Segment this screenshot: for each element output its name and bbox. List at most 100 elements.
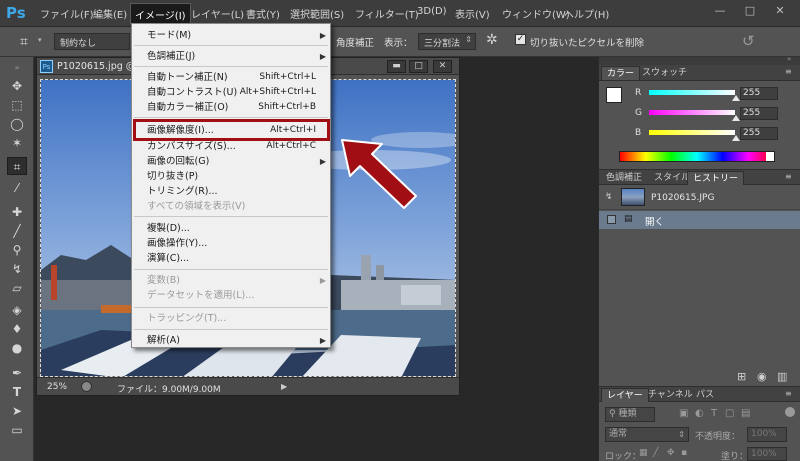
tab-layers[interactable]: レイヤー bbox=[601, 388, 649, 402]
lock-brush-icon[interactable]: ╱ bbox=[653, 448, 658, 458]
doc-close-button[interactable]: ✕ bbox=[433, 60, 452, 73]
rectangle-tool-icon[interactable]: ▭ bbox=[7, 421, 27, 439]
menu-item-trim[interactable]: トリミング(R)... bbox=[132, 184, 330, 199]
blue-slider[interactable] bbox=[649, 130, 735, 135]
layer-kind-filter[interactable]: ⚲ 種類 bbox=[605, 407, 655, 422]
menu-filter[interactable]: フィルター(T) bbox=[355, 6, 419, 21]
red-slider[interactable] bbox=[649, 90, 735, 95]
menu-item-apply-image[interactable]: 画像操作(Y)... bbox=[132, 236, 330, 251]
path-selection-tool-icon[interactable]: ➤ bbox=[7, 402, 27, 420]
foreground-color-swatch[interactable] bbox=[606, 87, 622, 103]
pen-tool-icon[interactable]: ✒ bbox=[7, 364, 27, 382]
tab-paths[interactable]: パス bbox=[691, 388, 719, 402]
maximize-button[interactable]: □ bbox=[740, 3, 760, 19]
blue-value-field[interactable]: 255 bbox=[740, 127, 778, 140]
menu-select[interactable]: 選択範囲(S) bbox=[290, 6, 344, 21]
menu-view[interactable]: 表示(V) bbox=[455, 6, 490, 21]
menu-image[interactable]: イメージ(I) bbox=[130, 3, 191, 24]
camera-icon[interactable]: ◉ bbox=[757, 370, 767, 383]
green-slider[interactable] bbox=[649, 110, 735, 115]
menu-window[interactable]: ウィンドウ(W) bbox=[502, 6, 570, 21]
history-brush-tool-icon[interactable]: ↯ bbox=[7, 260, 27, 278]
dodge-tool-icon[interactable]: ● bbox=[7, 339, 27, 357]
crop-tool-icon[interactable]: ⌗ bbox=[20, 34, 28, 50]
panel-menu-icon[interactable]: ≡ bbox=[785, 389, 792, 398]
menu-item-calculations[interactable]: 演算(C)... bbox=[132, 251, 330, 266]
brush-tool-icon[interactable]: ╱ bbox=[7, 222, 27, 240]
green-slider-knob[interactable] bbox=[732, 115, 740, 121]
blue-slider-knob[interactable] bbox=[732, 135, 740, 141]
menu-item-adjustments[interactable]: 色調補正(J) ▶ bbox=[132, 49, 330, 64]
panel-menu-icon[interactable]: ≡ bbox=[785, 67, 792, 76]
blur-tool-icon[interactable]: ♦ bbox=[7, 320, 27, 338]
eraser-tool-icon[interactable]: ▱ bbox=[7, 279, 27, 297]
menu-file[interactable]: ファイル(F) bbox=[40, 6, 94, 21]
zoom-level[interactable]: 25% bbox=[47, 382, 67, 392]
red-value-field[interactable]: 255 bbox=[740, 87, 778, 100]
menu-edit[interactable]: 編集(E) bbox=[93, 6, 127, 21]
filter-type-icon[interactable]: T bbox=[711, 408, 717, 419]
menu-type[interactable]: 書式(Y) bbox=[246, 6, 280, 21]
toolbox-collapse-icon[interactable]: » bbox=[7, 59, 27, 77]
move-tool-icon[interactable]: ✥ bbox=[7, 77, 27, 95]
delete-cropped-checkbox[interactable]: ✓ bbox=[515, 34, 526, 45]
menu-item-duplicate[interactable]: 複製(D)... bbox=[132, 221, 330, 236]
menu-3d[interactable]: 3D(D) bbox=[417, 6, 447, 17]
lock-all-icon[interactable]: ▪ bbox=[681, 448, 687, 458]
lasso-tool-icon[interactable]: ◯ bbox=[7, 115, 27, 133]
stamp-tool-icon[interactable]: ⚲ bbox=[7, 241, 27, 259]
paint-bucket-tool-icon[interactable]: ◈ bbox=[7, 301, 27, 319]
history-state-checkbox[interactable] bbox=[607, 215, 616, 224]
marquee-tool-icon[interactable]: ⬚ bbox=[7, 96, 27, 114]
filter-adjustment-icon[interactable]: ◐ bbox=[695, 408, 704, 419]
menu-item-auto-color[interactable]: 自動カラー補正(O) Shift+Ctrl+B bbox=[132, 100, 330, 115]
new-document-from-state-icon[interactable]: ⊞ bbox=[737, 370, 746, 383]
tab-swatches[interactable]: スウォッチ bbox=[637, 66, 692, 80]
menu-item-auto-tone[interactable]: 自動トーン補正(N) Shift+Ctrl+L bbox=[132, 70, 330, 85]
spectrum-white-swatch[interactable] bbox=[766, 152, 774, 161]
gear-icon[interactable]: ✲ bbox=[486, 32, 498, 48]
crop-tool-icon[interactable]: ⌗ bbox=[7, 157, 27, 175]
healing-brush-tool-icon[interactable]: ✚ bbox=[7, 203, 27, 221]
menu-help[interactable]: ヘルプ(H) bbox=[564, 6, 609, 21]
dock-collapse-icon[interactable]: » bbox=[787, 55, 791, 63]
blend-mode-select[interactable]: 通常 ⇕ bbox=[605, 427, 689, 442]
close-button[interactable]: ✕ bbox=[770, 3, 790, 19]
panel-menu-icon[interactable]: ≡ bbox=[785, 172, 792, 181]
tab-color[interactable]: カラー bbox=[601, 66, 641, 80]
status-menu-arrow-icon[interactable]: ▶ bbox=[281, 382, 287, 391]
minimize-button[interactable]: — bbox=[710, 3, 730, 19]
overlay-select[interactable]: 三分割法 ⇕ bbox=[418, 33, 476, 50]
green-value-field[interactable]: 255 bbox=[740, 107, 778, 120]
doc-restore-button[interactable]: □ bbox=[409, 60, 428, 73]
reset-icon[interactable]: ↺ bbox=[742, 32, 755, 50]
opacity-field[interactable]: 100% bbox=[747, 427, 787, 442]
fill-field[interactable]: 100% bbox=[747, 447, 787, 461]
color-spectrum-bar[interactable] bbox=[619, 151, 775, 162]
angle-correction-label[interactable]: 角度補正 bbox=[336, 35, 374, 49]
tab-history[interactable]: ヒストリー bbox=[687, 171, 745, 185]
doc-minimize-button[interactable]: ▬ bbox=[387, 60, 406, 73]
tool-preset-chevron-icon[interactable]: ▾ bbox=[38, 36, 42, 44]
menu-layer[interactable]: レイヤー(L) bbox=[191, 6, 244, 21]
history-brush-source-icon[interactable]: ↯ bbox=[605, 192, 613, 202]
ratio-select[interactable]: 制約なし bbox=[54, 33, 130, 50]
menu-item-image-rotation[interactable]: 画像の回転(G) ▶ bbox=[132, 154, 330, 169]
filter-shape-icon[interactable]: ▢ bbox=[725, 408, 734, 419]
magic-wand-tool-icon[interactable]: ✶ bbox=[7, 134, 27, 152]
status-info-icon[interactable] bbox=[81, 381, 92, 392]
menu-item-crop[interactable]: 切り抜き(P) bbox=[132, 169, 330, 184]
filter-toggle-icon[interactable] bbox=[785, 407, 795, 417]
red-slider-knob[interactable] bbox=[732, 95, 740, 101]
trash-icon[interactable]: ▥ bbox=[777, 370, 787, 383]
tab-channels[interactable]: チャンネル bbox=[643, 388, 698, 402]
filter-smart-object-icon[interactable]: ▤ bbox=[741, 408, 750, 419]
tab-adjustments[interactable]: 色調補正 bbox=[601, 171, 647, 185]
menu-item-mode[interactable]: モード(M) ▶ bbox=[132, 28, 330, 43]
lock-transparent-icon[interactable]: ▦ bbox=[639, 448, 648, 458]
menu-item-canvas-size[interactable]: カンバスサイズ(S)... Alt+Ctrl+C bbox=[132, 139, 330, 154]
filter-pixel-icon[interactable]: ▣ bbox=[679, 408, 688, 419]
type-tool-icon[interactable]: T bbox=[7, 383, 27, 401]
menu-item-auto-contrast[interactable]: 自動コントラスト(U) Alt+Shift+Ctrl+L bbox=[132, 85, 330, 100]
history-state-row[interactable]: ▤ 開く bbox=[599, 211, 800, 229]
